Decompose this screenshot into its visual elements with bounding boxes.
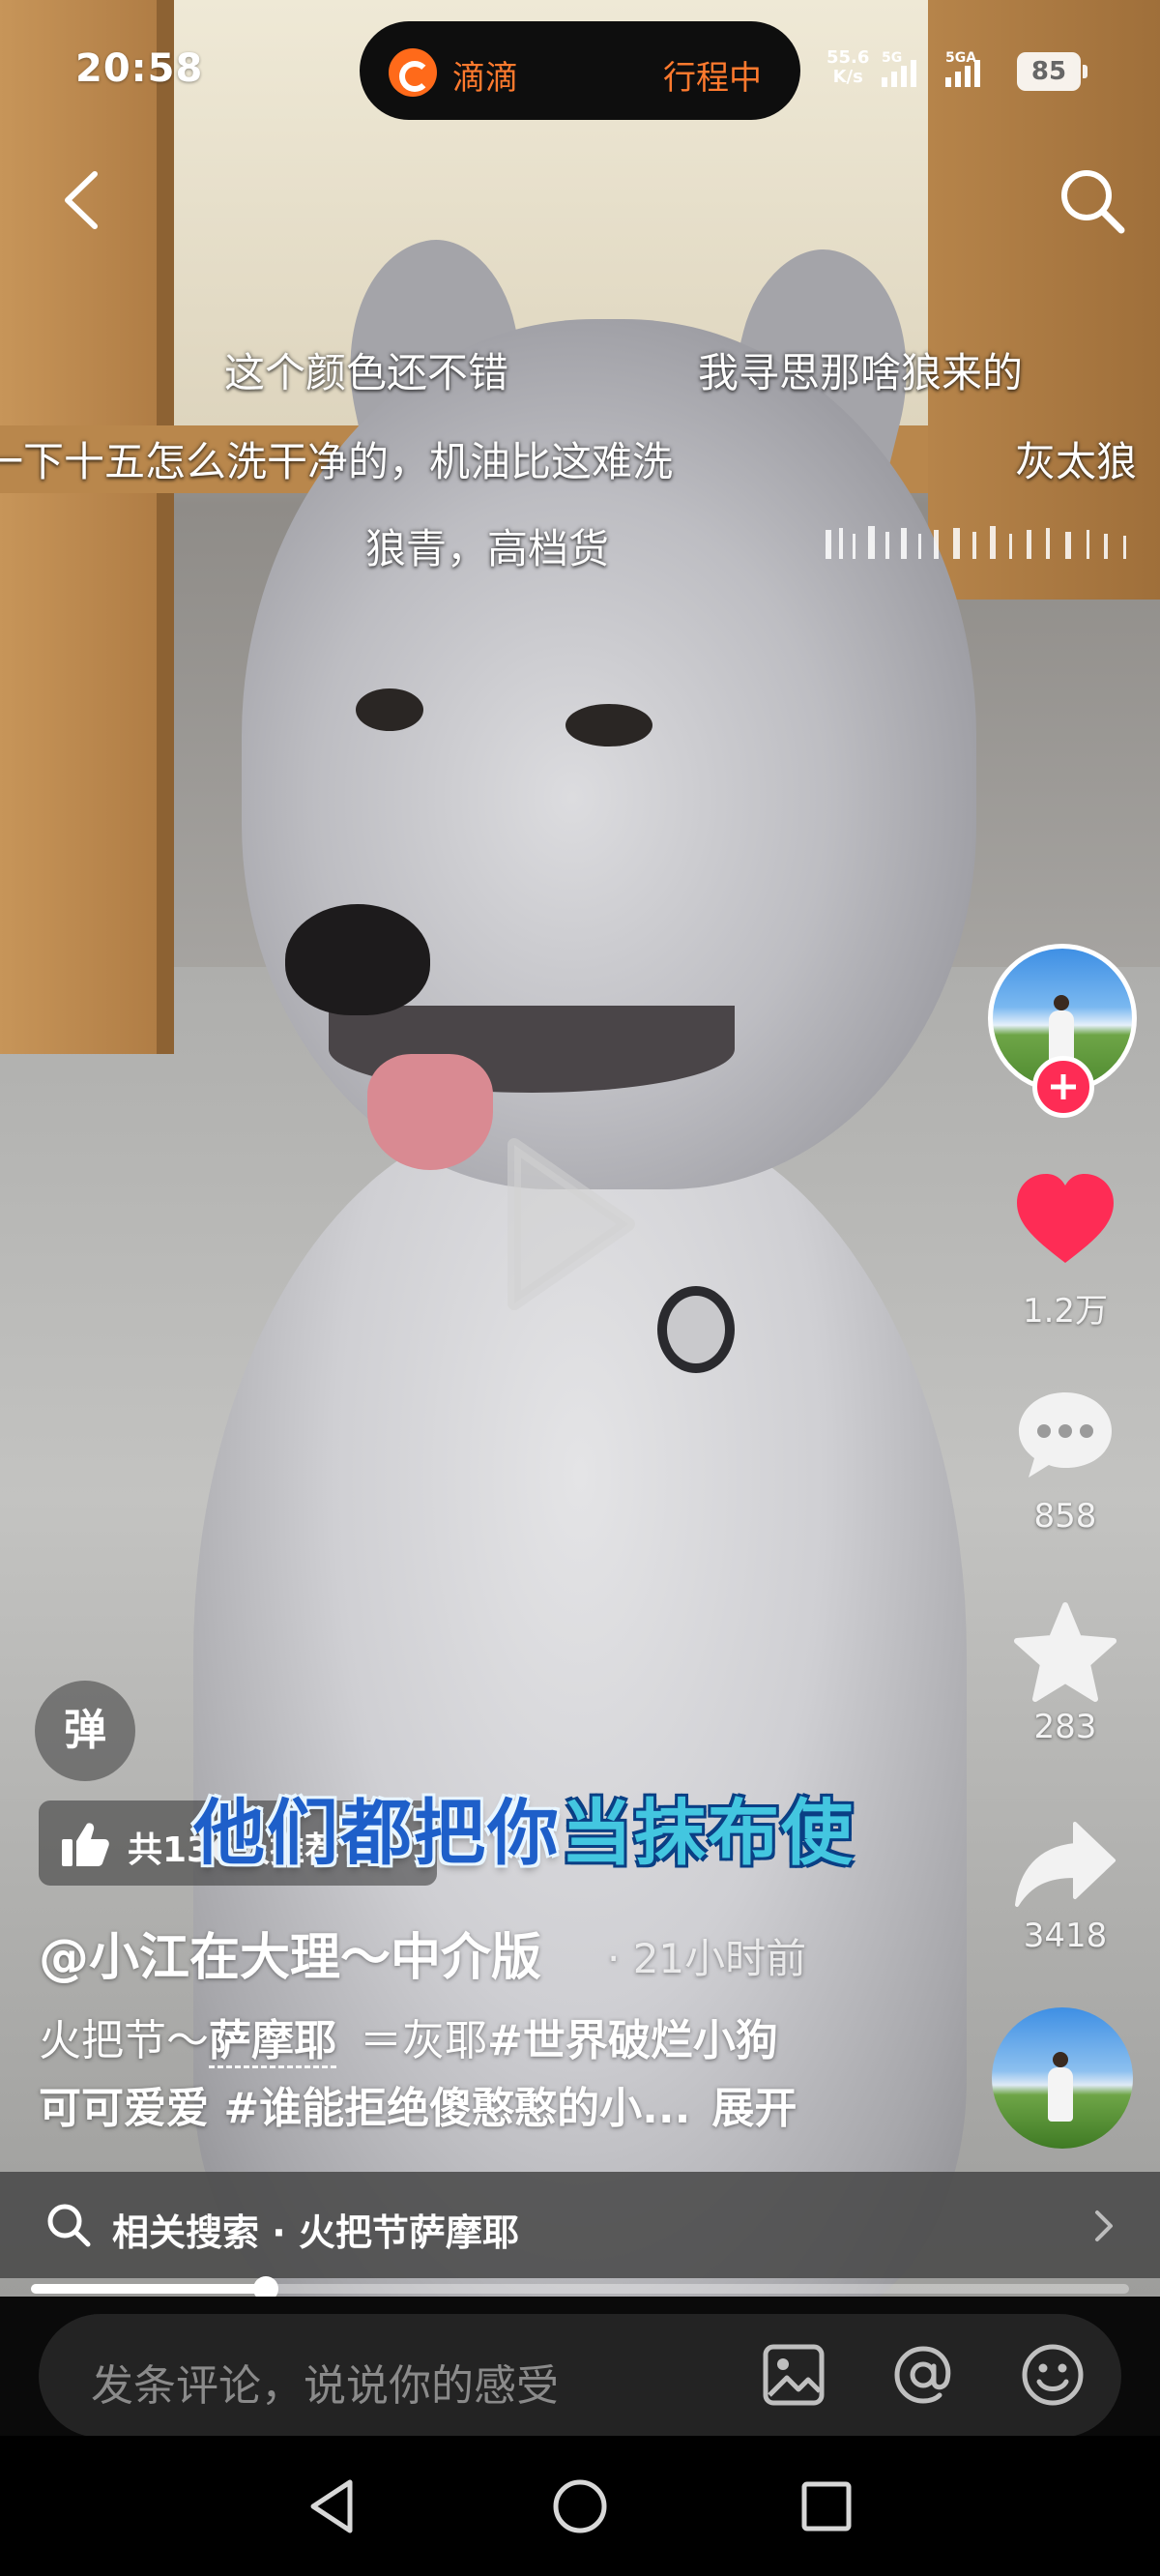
danmaku-toggle-button[interactable]: 弹 [35, 1681, 135, 1781]
nav-home-icon[interactable] [546, 2473, 614, 2540]
system-navigation-bar [0, 2436, 1160, 2576]
video-caption: 他们都把你当抹布使 [193, 1775, 855, 1879]
music-disc[interactable] [992, 2007, 1133, 2149]
emoji-icon[interactable] [1019, 2341, 1087, 2409]
screen: 20:58 滴滴 行程中 55.6 K/s 5G 5GA 85 这个颜色还不错 … [0, 0, 1160, 2576]
description-text: 火把节～ [39, 2016, 209, 2065]
progress-fill [31, 2284, 267, 2294]
avatar-figure [1048, 2052, 1073, 2122]
description-text: ＝灰耶 [360, 2016, 487, 2065]
network-speed: 55.6 K/s [826, 48, 869, 87]
video-caption-part: 他们都把你 [193, 1792, 561, 1875]
comment-count: 858 [1033, 1497, 1097, 1536]
author-name[interactable]: @小江在大理～中介版 [39, 1917, 541, 1989]
share-arrow-icon[interactable] [1011, 1810, 1119, 1918]
description-keyword-link[interactable]: 萨摩耶 [209, 2016, 336, 2068]
danmaku-comment: 这个颜色还不错 [224, 349, 509, 396]
image-icon[interactable] [760, 2341, 827, 2409]
like-heart-icon[interactable] [1011, 1166, 1119, 1274]
favorite-star-icon[interactable] [1011, 1599, 1119, 1708]
video-caption-highlight: 当抹布使 [561, 1792, 855, 1875]
description-line: 火把节～萨摩耶 ＝灰耶#世界破烂小狗 [39, 2005, 778, 2068]
expand-button[interactable]: 展开 [711, 2084, 797, 2133]
related-search-bar[interactable]: 相关搜索 · 火把节萨摩耶 [0, 2172, 1160, 2278]
description-text: 可可爱爱 #谁能拒绝傻憨憨的小... [39, 2084, 691, 2133]
follow-plus-button[interactable] [1032, 1056, 1094, 1118]
description-line: 可可爱爱 #谁能拒绝傻憨憨的小... 展开 [39, 2073, 797, 2135]
network-speed-value: 55.6 [826, 47, 870, 68]
network-speed-unit: K/s [832, 67, 863, 87]
play-icon[interactable] [495, 1127, 640, 1321]
search-icon [47, 2204, 91, 2247]
comment-bar: 发条评论，说说你的感受 [0, 2297, 1160, 2438]
comment-bubble-icon[interactable] [1011, 1383, 1119, 1491]
share-count: 3418 [1023, 1917, 1108, 1955]
danmaku-comment: 一下十五怎么洗干净的，机油比这难洗 [0, 438, 674, 485]
dog-eye [566, 704, 652, 746]
didi-trip-status: 行程中 [663, 59, 762, 98]
danmaku-comment: 我寻思那啥狼来的 [698, 349, 1024, 396]
video-progress-bar[interactable] [31, 2276, 1129, 2301]
nav-recents-icon[interactable] [793, 2473, 860, 2540]
didi-app-name: 滴滴 [452, 59, 518, 98]
thumbs-up-icon [62, 1823, 109, 1866]
hashtag-link[interactable]: #世界破烂小狗 [487, 2016, 778, 2065]
didi-live-activity[interactable]: 滴滴 行程中 [360, 21, 800, 120]
dog-eye [356, 688, 423, 731]
related-search-text: 相关搜索 · 火把节萨摩耶 [112, 2211, 519, 2254]
dog-collar-tag [657, 1286, 735, 1373]
chevron-right-icon [1095, 2210, 1113, 2241]
nav-back-icon[interactable] [300, 2473, 367, 2540]
signal-5ga-icon: 5GA [945, 50, 1003, 87]
background-shelf [0, 0, 174, 1054]
post-time: · 21小时前 [607, 1935, 807, 1982]
at-icon[interactable] [889, 2341, 957, 2409]
didi-logo-icon [389, 48, 437, 97]
danmaku-comment: 狼青，高档货 [365, 525, 610, 572]
battery-icon: 85 [1017, 52, 1088, 91]
danmaku-emoji-strip [826, 526, 1126, 559]
comment-input[interactable]: 发条评论，说说你的感受 [39, 2314, 1121, 2438]
comment-placeholder: 发条评论，说说你的感受 [91, 2361, 559, 2411]
search-icon[interactable] [1056, 164, 1129, 238]
status-bar: 20:58 滴滴 行程中 55.6 K/s 5G 5GA 85 [0, 0, 1160, 135]
like-count: 1.2万 [1022, 1292, 1109, 1331]
favorite-count: 283 [1033, 1708, 1097, 1746]
danmaku-comment: 灰太狼 [1015, 438, 1138, 485]
signal-5g-icon: 5G [882, 50, 940, 87]
clock: 20:58 [75, 46, 204, 91]
dog-nose [285, 904, 430, 1015]
back-icon[interactable] [58, 166, 106, 234]
dog-tongue [367, 1054, 493, 1170]
